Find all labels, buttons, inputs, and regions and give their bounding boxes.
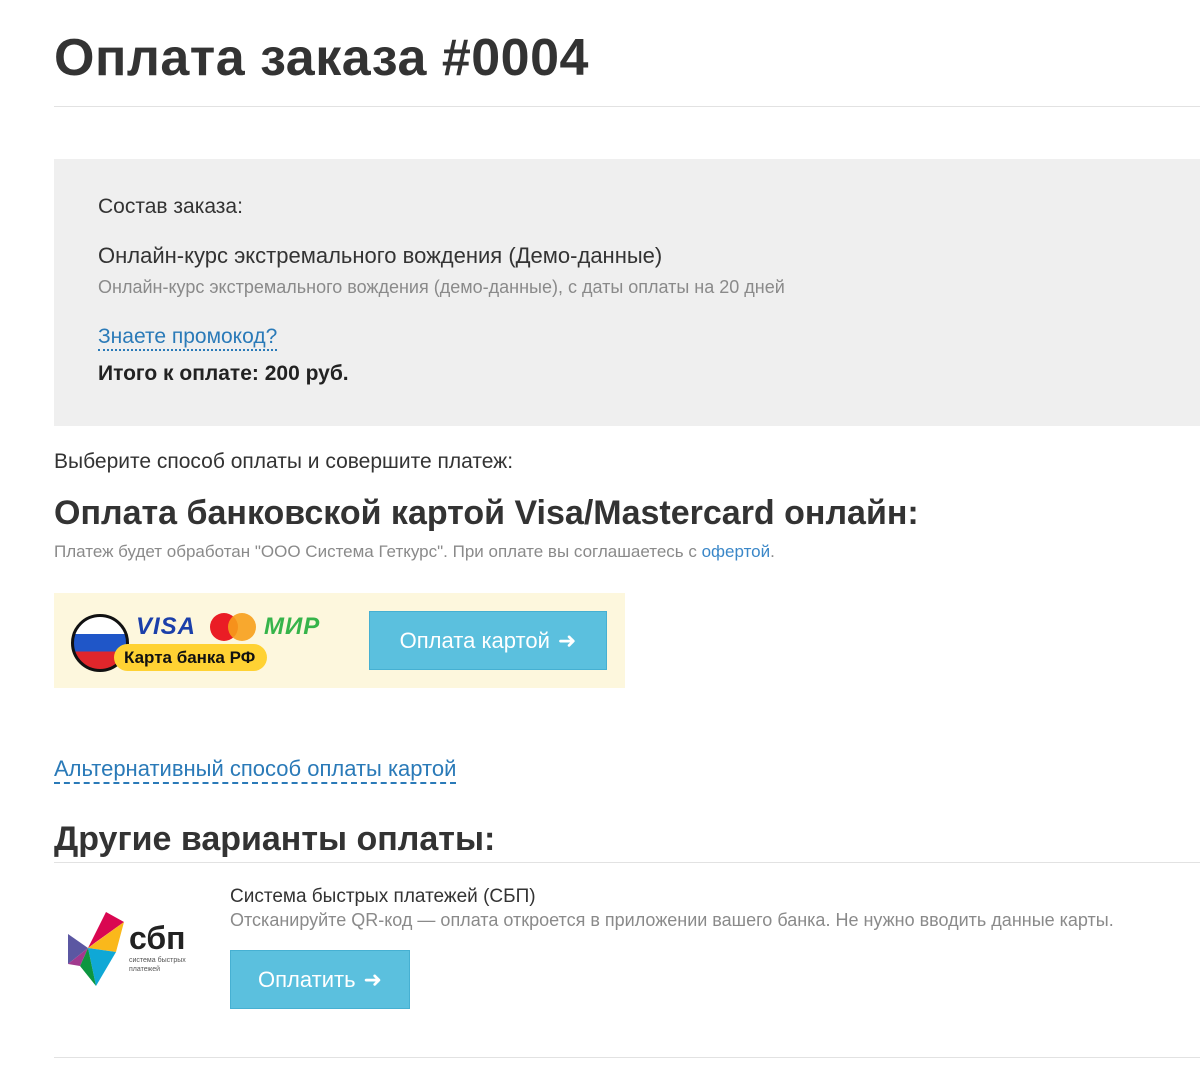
pay-by-card-button[interactable]: Оплата картой ➜ bbox=[369, 611, 607, 670]
payment-page: Оплата заказа #0004 Состав заказа: Онлай… bbox=[54, 0, 1200, 1075]
card-note-text: Платеж будет обработан "ООО Система Гетк… bbox=[54, 542, 702, 561]
bank-card-badge: Карта банка РФ bbox=[114, 644, 268, 671]
card-payment-block: VISA МИР Карта банка РФ Оплата картой ➜ bbox=[54, 593, 625, 688]
arrow-right-icon: ➜ bbox=[363, 966, 382, 992]
alternative-card-payment-link[interactable]: Альтернативный способ оплаты картой bbox=[54, 756, 457, 784]
offer-link[interactable]: офертой bbox=[702, 542, 771, 561]
order-total: Итого к оплате: 200 руб. bbox=[98, 362, 349, 385]
sbp-logo-subtitle: система быстрых платежей bbox=[129, 957, 186, 973]
sbp-pay-label: Оплатить bbox=[258, 966, 356, 992]
order-item-description: Онлайн-курс экстремального вождения (дем… bbox=[98, 277, 785, 297]
title-divider bbox=[54, 106, 1200, 107]
sbp-pay-button[interactable]: Оплатить ➜ bbox=[230, 950, 410, 1009]
order-heading: Состав заказа: bbox=[98, 195, 243, 218]
sbp-logo: сбп система быстрых платежей bbox=[66, 912, 206, 986]
order-summary: Состав заказа: Онлайн-курс экстремальног… bbox=[54, 159, 1200, 426]
card-payment-heading: Оплата банковской картой Visa/Mastercard… bbox=[54, 494, 919, 532]
arrow-right-icon: ➜ bbox=[557, 627, 577, 653]
sbp-logo-icon bbox=[68, 912, 124, 986]
visa-logo: VISA bbox=[136, 613, 197, 640]
card-payment-note: Платеж будет обработан "ООО Система Гетк… bbox=[54, 542, 775, 562]
pay-by-card-label: Оплата картой bbox=[399, 627, 550, 653]
other-payment-heading: Другие варианты оплаты: bbox=[54, 820, 496, 858]
promo-code-link[interactable]: Знаете промокод? bbox=[98, 325, 278, 351]
choose-payment-text: Выберите способ оплаты и совершите плате… bbox=[54, 450, 514, 473]
sbp-title: Система быстрых платежей (СБП) bbox=[230, 886, 536, 907]
sbp-description: Отсканируйте QR-код — оплата откроется в… bbox=[230, 910, 1114, 930]
mir-logo: МИР bbox=[264, 613, 321, 640]
mastercard-logo-icon bbox=[210, 613, 256, 641]
sbp-logo-word: сбп bbox=[129, 920, 186, 956]
bottom-divider bbox=[54, 1057, 1200, 1058]
card-note-end: . bbox=[770, 542, 775, 561]
page-title: Оплата заказа #0004 bbox=[54, 29, 589, 87]
other-payment-divider bbox=[54, 862, 1200, 863]
order-item-name: Онлайн-курс экстремального вождения (Дем… bbox=[98, 243, 663, 268]
